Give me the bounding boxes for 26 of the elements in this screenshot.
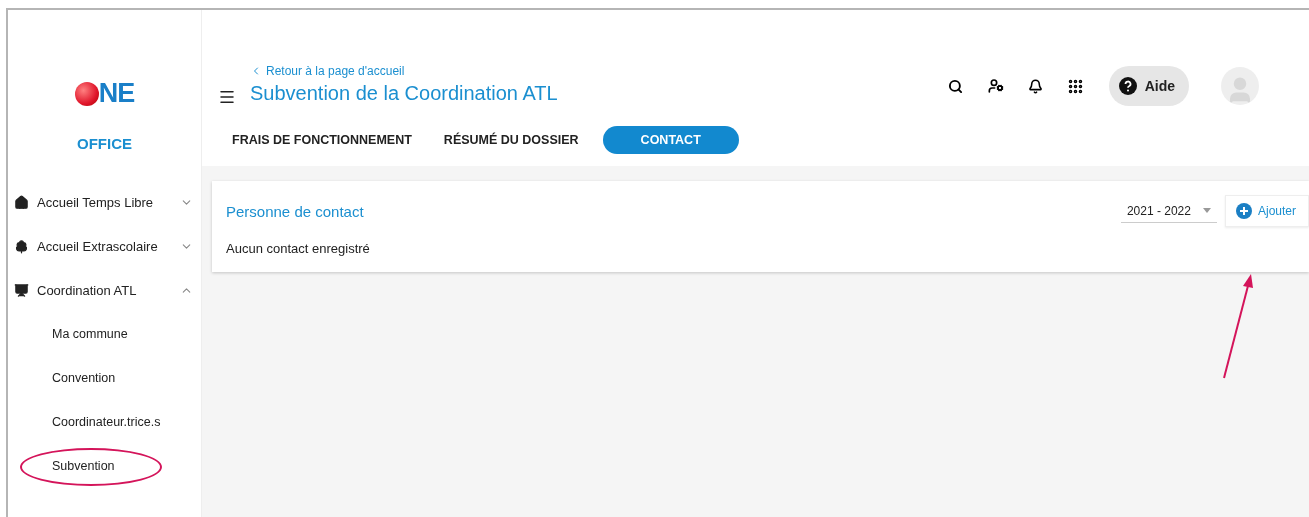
logo: NE [74, 78, 135, 109]
help-button[interactable]: Aide [1108, 66, 1189, 106]
sidebar-item[interactable]: Coordination ATL [8, 268, 201, 312]
tree-icon [14, 238, 29, 254]
year-select[interactable]: 2021 - 2022 [1120, 199, 1217, 223]
home-icon [14, 194, 29, 210]
sidebar-item[interactable]: Accueil Extrascolaire [8, 224, 201, 268]
question-icon [1118, 77, 1137, 95]
tab[interactable]: CONTACT [602, 126, 739, 154]
empty-message: Aucun contact enregistré [226, 241, 371, 256]
sidebar-subitem[interactable]: Subvention [52, 459, 115, 473]
board-icon [14, 282, 29, 298]
sidebar-subitem[interactable]: Ma commune [52, 327, 128, 341]
sidebar-subitem[interactable]: Convention [52, 371, 116, 385]
menu-icon[interactable] [218, 88, 236, 106]
add-button[interactable]: Ajouter [1224, 195, 1309, 227]
tab[interactable]: FRAIS DE FONCTIONNEMENT [224, 126, 430, 154]
tab[interactable]: RÉSUMÉ DU DOSSIER [435, 126, 597, 154]
card-title: Personne de contact [226, 202, 364, 220]
plus-icon [1235, 203, 1252, 219]
office-label: OFFICE [77, 135, 132, 152]
page-title: Subvention de la Coordination ATL [250, 82, 558, 105]
caret-icon [1202, 208, 1211, 213]
back-link[interactable]: Retour à la page d'accueil [250, 64, 558, 78]
sidebar-subitem[interactable]: Coordinateur.trice.s [52, 415, 161, 429]
sidebar-item[interactable]: Accueil Temps Libre [8, 180, 201, 224]
